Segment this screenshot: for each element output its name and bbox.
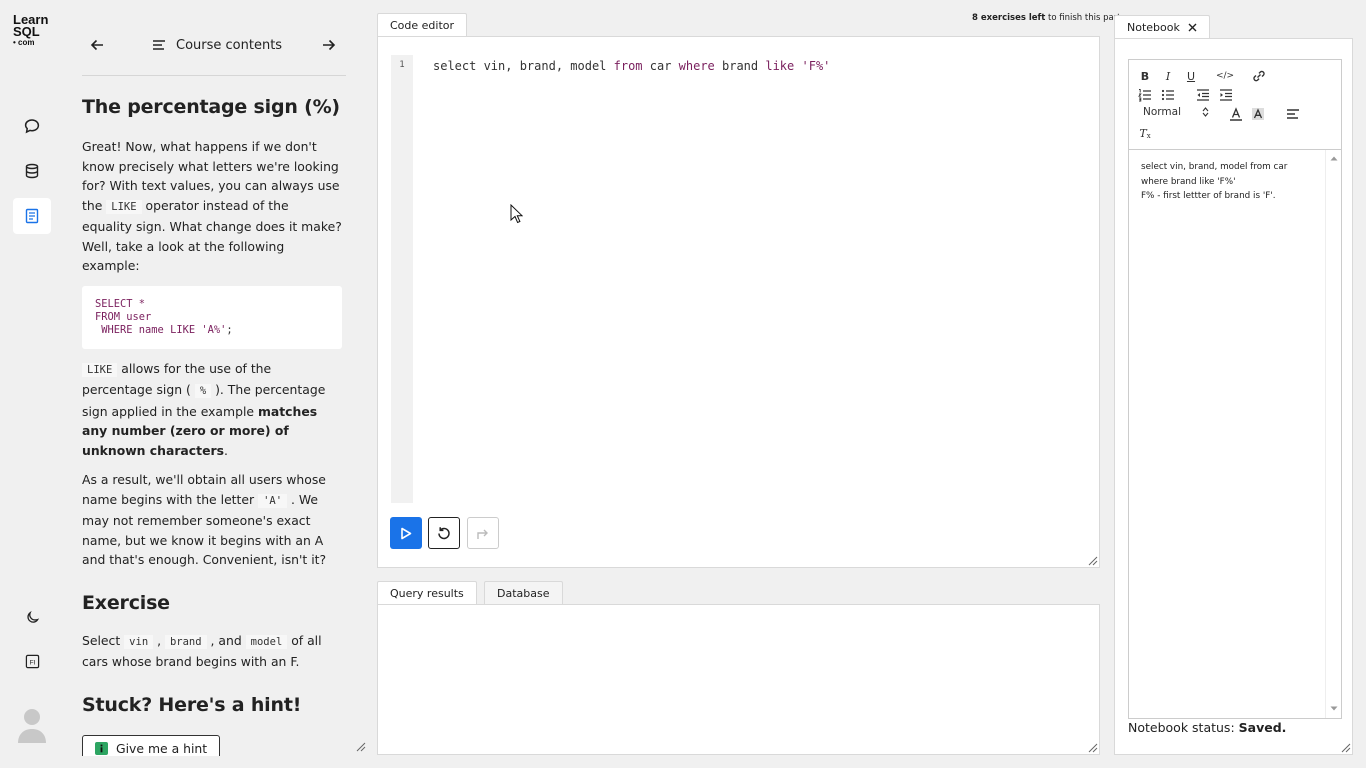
rail-item-database[interactable] <box>13 153 51 189</box>
fi-icon: FI <box>25 654 39 668</box>
rail-item-fi[interactable]: FI <box>13 643 51 679</box>
notebook-text[interactable]: select vin, brand, model from car where … <box>1141 160 1321 204</box>
database-icon <box>25 163 39 179</box>
up-down-chevron-icon <box>1202 107 1209 117</box>
indent-icon[interactable] <box>1218 87 1234 103</box>
play-icon <box>401 527 412 539</box>
line-number-gutter: 1 <box>391 55 413 503</box>
previous-lesson-button[interactable] <box>86 34 108 56</box>
run-query-button[interactable] <box>390 517 422 549</box>
text-color-icon[interactable] <box>1228 106 1244 122</box>
bold-icon[interactable]: B <box>1137 68 1153 84</box>
notebook-status: Notebook status: Saved. <box>1128 720 1287 735</box>
lesson-title: The percentage sign (%) <box>82 96 340 118</box>
notebook-scrollbar[interactable] <box>1325 150 1341 718</box>
menu-lines-icon <box>153 40 165 50</box>
rail-item-chat[interactable] <box>13 108 51 144</box>
ordered-list-icon[interactable] <box>1137 87 1153 103</box>
resize-handle-icon[interactable] <box>356 742 366 752</box>
resize-handle-icon[interactable] <box>1088 556 1098 566</box>
notebook-toolbar: B I U </> Normal Tx <box>1128 59 1342 149</box>
exercise-heading: Exercise <box>82 591 170 614</box>
lesson-paragraph: LIKE allows for the use of the percentag… <box>82 360 326 458</box>
code-icon[interactable]: </> <box>1216 68 1234 84</box>
tab-database[interactable]: Database <box>484 581 563 605</box>
notebook-editor[interactable]: select vin, brand, model from car where … <box>1128 149 1342 719</box>
learnsql-logo[interactable]: Learn SQL • com <box>13 13 48 47</box>
sql-code-line[interactable]: select vin, brand, model from car where … <box>433 59 830 73</box>
tab-notebook[interactable]: Notebook <box>1114 15 1210 39</box>
lesson-navigation: Course contents <box>82 22 346 76</box>
forward-arrow-icon <box>477 529 488 539</box>
example-code-block: SELECT * FROM user WHERE name LIKE 'A%'; <box>82 285 342 349</box>
info-icon <box>95 741 108 755</box>
background-color-icon[interactable] <box>1250 106 1266 122</box>
moon-icon <box>26 610 39 623</box>
exercises-left-label: 8 exercises left to finish this part <box>972 13 1121 23</box>
reset-icon <box>438 527 450 540</box>
svg-text:FI: FI <box>29 659 35 666</box>
mouse-cursor-icon <box>510 204 523 224</box>
reset-code-button[interactable] <box>428 517 460 549</box>
left-rail: Learn SQL • com FI <box>0 0 64 768</box>
clear-format-icon[interactable]: Tx <box>1137 125 1153 141</box>
lesson-content: The percentage sign (%) Great! Now, what… <box>82 96 342 756</box>
resize-handle-icon[interactable] <box>1088 743 1098 753</box>
chat-bubble-icon <box>24 119 40 134</box>
give-hint-button[interactable]: Give me a hint <box>82 734 221 756</box>
close-icon[interactable] <box>1188 23 1197 32</box>
bullet-list-icon[interactable] <box>1160 87 1176 103</box>
tab-query-results[interactable]: Query results <box>377 581 477 605</box>
align-left-icon[interactable] <box>1285 106 1301 122</box>
user-avatar[interactable] <box>17 707 47 743</box>
dark-mode-toggle[interactable] <box>13 599 51 635</box>
scroll-up-icon[interactable] <box>1330 155 1338 161</box>
underline-icon[interactable]: U <box>1183 68 1199 84</box>
rail-item-lesson[interactable] <box>13 198 51 234</box>
lesson-panel: Course contents The percentage sign (%) … <box>64 0 366 756</box>
query-results-panel <box>377 604 1100 755</box>
outdent-icon[interactable] <box>1195 87 1211 103</box>
lesson-paragraph: Great! Now, what happens if we don't kno… <box>82 139 342 273</box>
exercise-instructions: Select vin , brand , and model of all ca… <box>82 632 322 670</box>
arrow-right-icon <box>323 39 336 51</box>
text-format-select[interactable]: Normal <box>1143 106 1209 118</box>
next-step-button[interactable] <box>467 517 499 549</box>
course-contents-button[interactable]: Course contents <box>152 34 282 56</box>
link-icon[interactable] <box>1251 68 1267 84</box>
notebook-panel: B I U </> Normal Tx select vin, brand, m… <box>1114 38 1353 755</box>
arrow-left-icon <box>90 39 103 51</box>
scroll-down-icon[interactable] <box>1330 706 1338 712</box>
lesson-paragraph: As a result, we'll obtain all users whos… <box>82 472 327 567</box>
hint-heading: Stuck? Here's a hint! <box>82 693 302 716</box>
tab-code-editor[interactable]: Code editor <box>377 13 468 37</box>
code-editor[interactable]: 1 select vin, brand, model from car wher… <box>377 36 1100 568</box>
italic-icon[interactable]: I <box>1160 68 1176 84</box>
document-icon <box>25 208 39 224</box>
resize-handle-icon[interactable] <box>1341 743 1351 753</box>
next-lesson-button[interactable] <box>318 34 340 56</box>
